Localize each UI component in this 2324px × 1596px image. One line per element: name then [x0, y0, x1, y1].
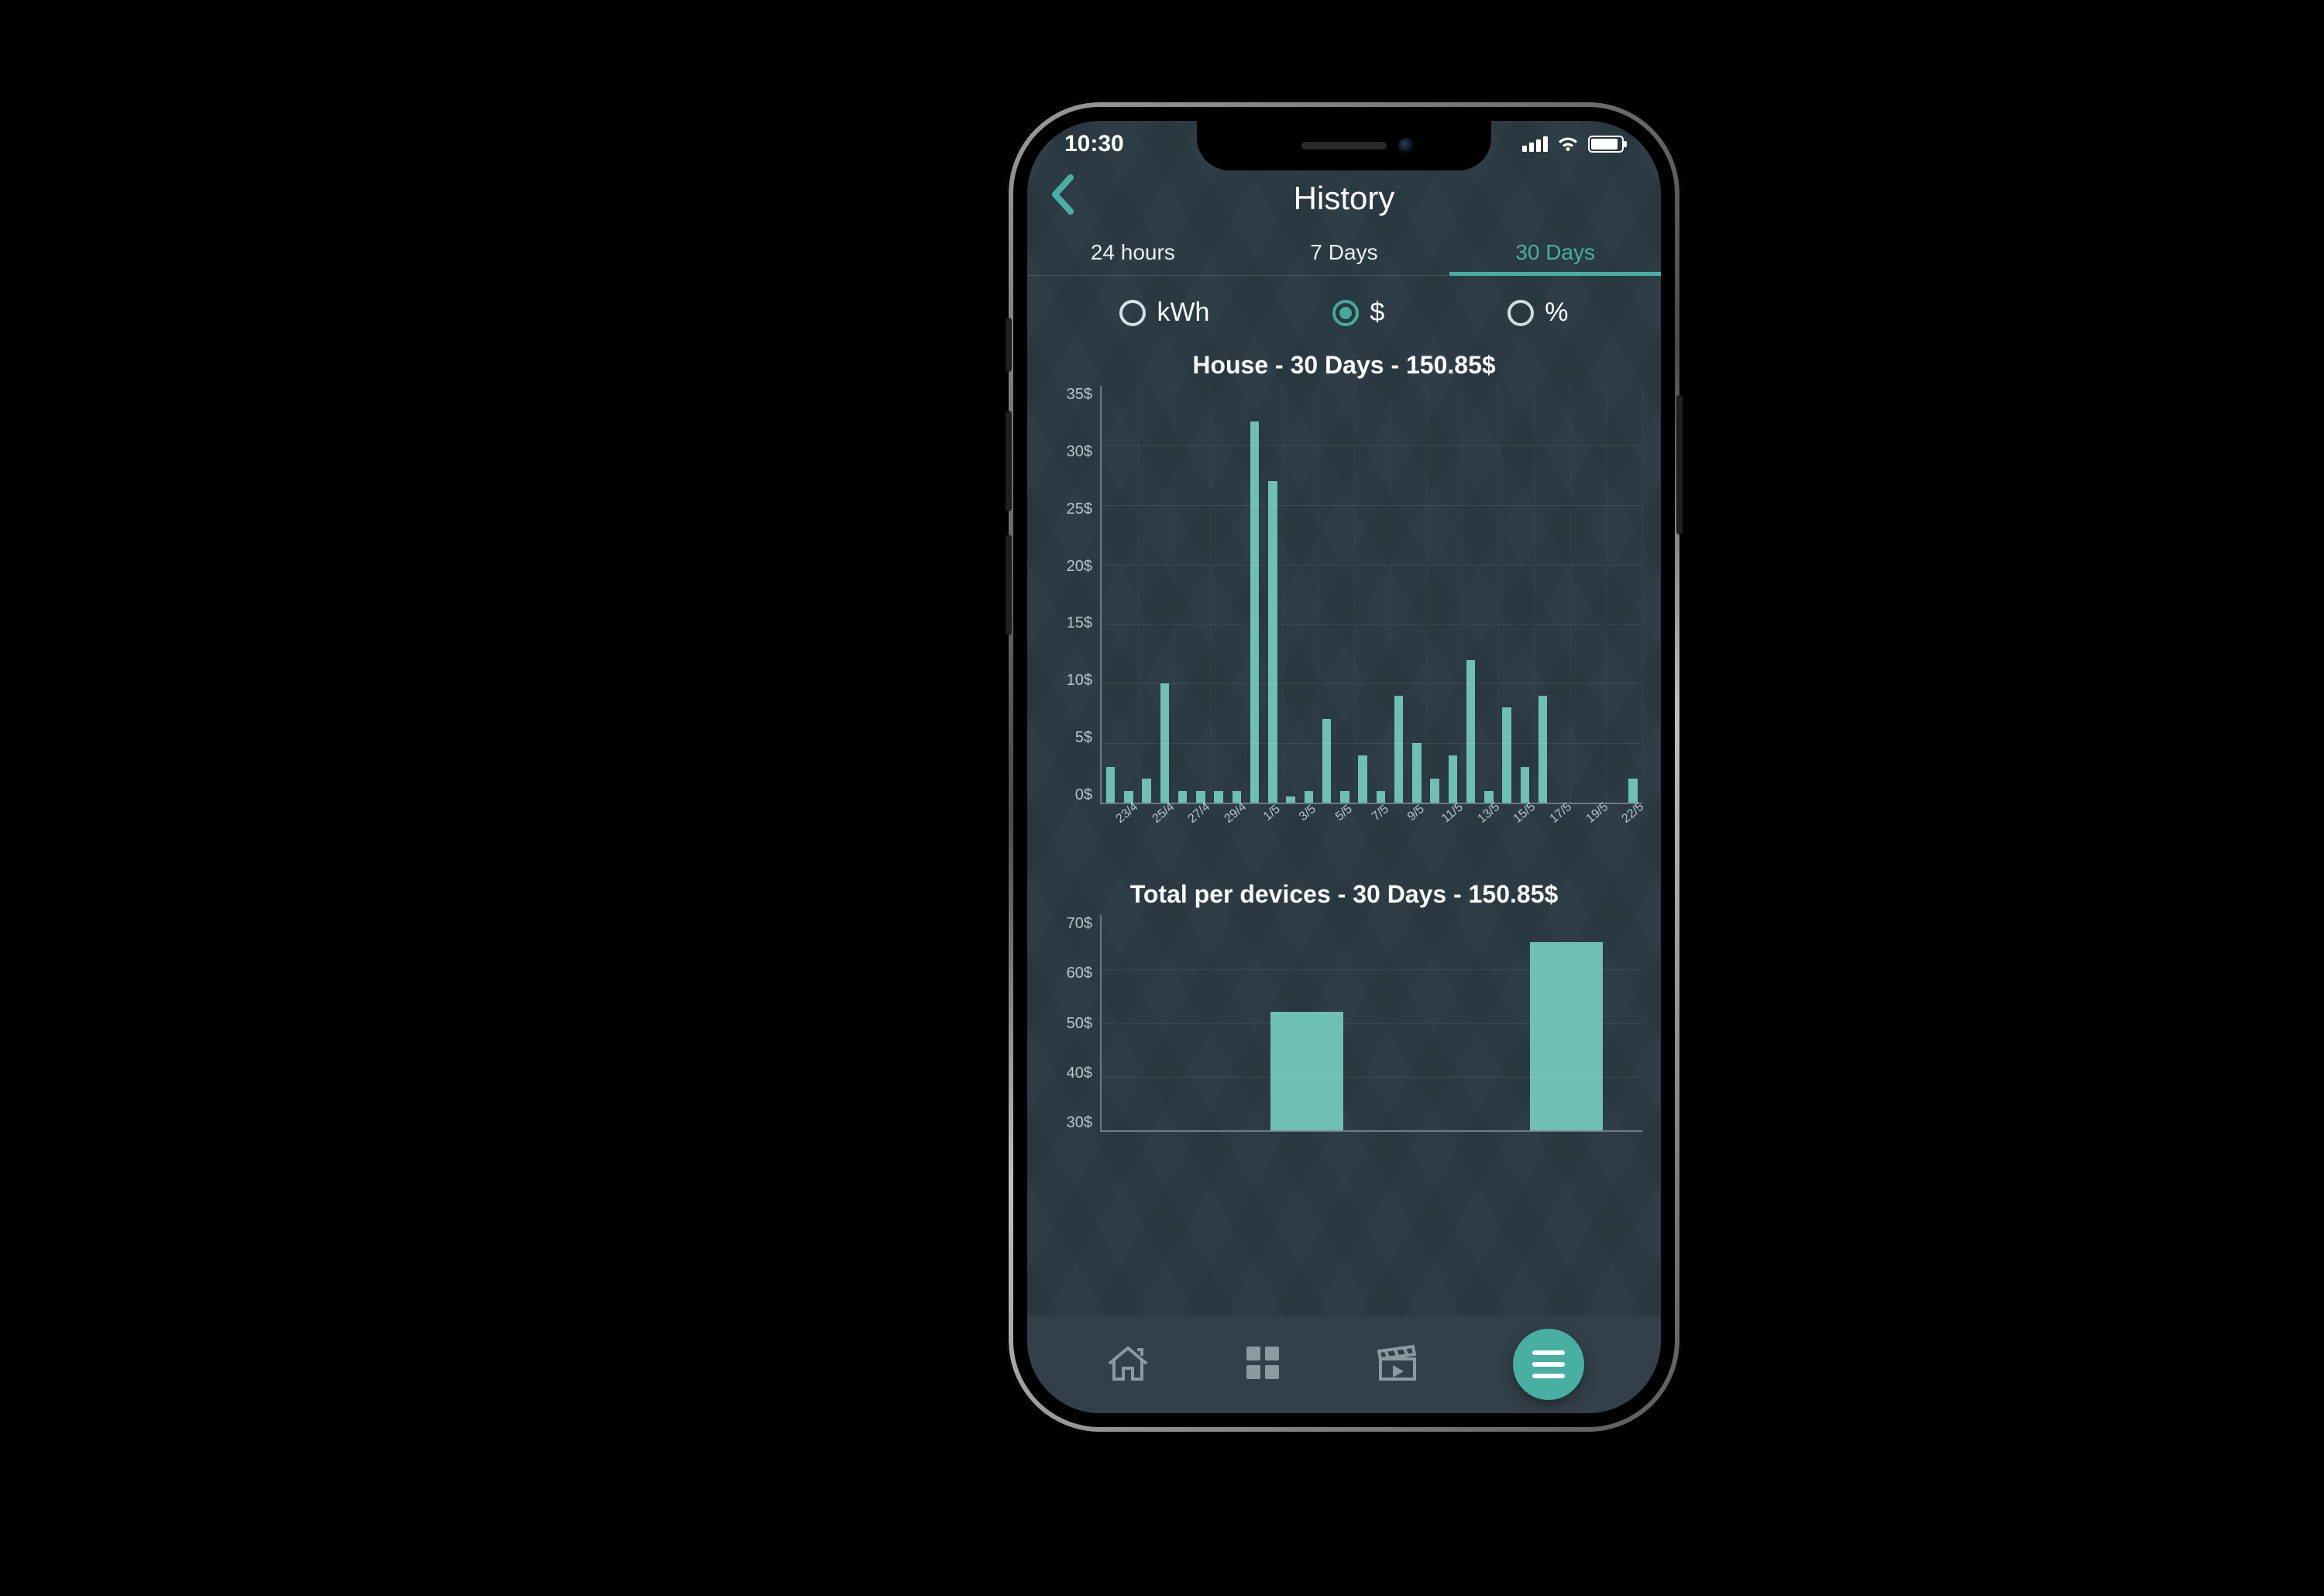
chart-plot-area[interactable]: [1100, 386, 1642, 804]
y-axis: 35$ 30$ 25$ 20$ 15$ 10$ 5$ 0$: [1046, 386, 1100, 804]
chevron-left-icon: [1049, 173, 1075, 216]
radio-icon: [1119, 300, 1146, 326]
tab-label: 7 Days: [1310, 240, 1377, 265]
nav-home[interactable]: [1105, 1342, 1151, 1388]
y-tick: 0$: [1075, 786, 1092, 804]
status-time: 10:30: [1064, 131, 1124, 157]
mute-switch: [1006, 318, 1012, 372]
y-tick: 30$: [1067, 1114, 1092, 1132]
period-tabs: 24 hours 7 Days 30 Days: [1027, 229, 1661, 276]
front-camera: [1398, 138, 1414, 153]
back-button[interactable]: [1049, 173, 1075, 224]
chart-bar[interactable]: [1394, 696, 1404, 803]
chart-bar[interactable]: [1530, 942, 1603, 1130]
house-chart: House - 30 Days - 150.85$ 35$ 30$ 25$ 20$ 15…: [1046, 342, 1642, 871]
chart-plot-area[interactable]: [1100, 915, 1642, 1132]
content-area: House - 30 Days - 150.85$ 35$ 30$ 25$ 20$ 15…: [1027, 342, 1661, 1413]
y-tick: 15$: [1067, 614, 1092, 632]
battery-icon: [1588, 136, 1624, 153]
app-screen: 10:30 History 24 hours: [1027, 121, 1661, 1413]
chart-bar[interactable]: [1268, 481, 1277, 803]
nav-header: History: [1027, 167, 1661, 229]
power-button: [1676, 395, 1683, 535]
clapboard-icon: [1374, 1342, 1421, 1384]
unit-percent[interactable]: %: [1508, 298, 1568, 328]
chart-bar[interactable]: [1358, 755, 1367, 803]
y-tick: 5$: [1075, 729, 1092, 747]
chart-title: Total per devices - 30 Days - 150.85$: [1046, 880, 1642, 909]
unit-selector: kWh $ %: [1027, 276, 1661, 342]
tab-30-days[interactable]: 30 Days: [1449, 229, 1661, 275]
hamburger-icon: [1532, 1350, 1565, 1378]
x-axis: 23/425/427/429/41/53/55/57/59/511/513/51…: [1100, 809, 1642, 871]
devices-chart: Total per devices - 30 Days - 150.85$ 70…: [1046, 871, 1642, 1132]
chart-bar[interactable]: [1538, 696, 1548, 803]
phone-notch: [1197, 121, 1491, 170]
y-axis: 70$ 60$ 50$ 40$ 30$: [1046, 915, 1100, 1132]
tab-label: 30 Days: [1515, 240, 1595, 265]
menu-fab[interactable]: [1513, 1329, 1584, 1400]
y-tick: 50$: [1067, 1015, 1092, 1033]
chart-bar[interactable]: [1466, 660, 1476, 803]
page-title: History: [1294, 180, 1395, 217]
unit-kwh[interactable]: kWh: [1119, 298, 1209, 328]
unit-dollar[interactable]: $: [1332, 298, 1384, 328]
unit-label: kWh: [1157, 298, 1209, 328]
nav-grid[interactable]: [1243, 1343, 1282, 1386]
grid-icon: [1243, 1343, 1282, 1382]
radio-selected-icon: [1332, 300, 1359, 326]
house-icon: [1105, 1342, 1151, 1384]
y-tick: 10$: [1067, 672, 1092, 690]
chart-title: House - 30 Days - 150.85$: [1046, 351, 1642, 380]
wifi-icon: [1557, 136, 1579, 153]
bottom-nav: [1027, 1316, 1661, 1413]
y-tick: 35$: [1067, 386, 1092, 404]
y-tick: 70$: [1067, 915, 1092, 933]
cellular-signal-icon: [1522, 136, 1548, 152]
tab-label: 24 hours: [1091, 240, 1175, 265]
radio-icon: [1508, 300, 1534, 326]
unit-label: $: [1370, 298, 1384, 328]
chart-bar[interactable]: [1250, 421, 1260, 803]
y-tick: 60$: [1067, 965, 1092, 982]
nav-scenes[interactable]: [1374, 1342, 1421, 1388]
speaker-grill: [1301, 142, 1387, 150]
chart-bar[interactable]: [1322, 719, 1332, 803]
y-tick: 20$: [1067, 558, 1092, 576]
chart-bar[interactable]: [1502, 707, 1511, 803]
unit-label: %: [1545, 298, 1568, 328]
y-tick: 25$: [1067, 500, 1092, 518]
phone-frame: 10:30 History 24 hours: [1007, 101, 1681, 1433]
volume-up-button: [1006, 411, 1012, 511]
volume-down-button: [1006, 535, 1012, 635]
y-tick: 30$: [1067, 443, 1092, 461]
tab-24-hours[interactable]: 24 hours: [1027, 229, 1239, 275]
chart-bar[interactable]: [1270, 1012, 1343, 1130]
y-tick: 40$: [1067, 1065, 1092, 1082]
tab-7-days[interactable]: 7 Days: [1239, 229, 1450, 275]
